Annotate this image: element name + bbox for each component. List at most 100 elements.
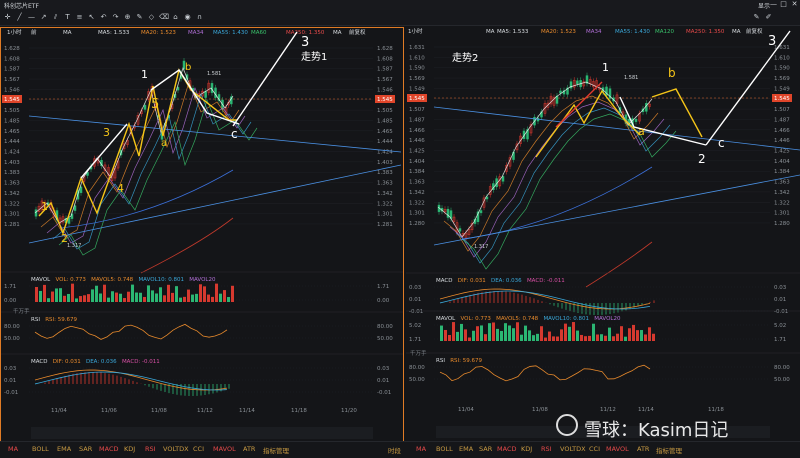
indicator-sar-r[interactable]: SAR <box>479 445 492 453</box>
eye-icon[interactable]: ◉ <box>183 13 192 22</box>
indicator-rsi-r[interactable]: RSI <box>541 445 552 453</box>
subpanel-tick-left: 80.00 <box>4 324 20 330</box>
zoom-icon[interactable]: ⊕ <box>123 13 132 22</box>
ma-line <box>58 98 258 256</box>
indicator-ma-r[interactable]: MA <box>416 445 426 453</box>
price-tick-right: 1.342 <box>774 190 790 196</box>
indicator-atr[interactable]: ATR <box>243 445 255 453</box>
subpanel-tick-right: 0.03 <box>774 285 787 291</box>
rsi-header: RSI RSI: 59.679 <box>31 317 77 323</box>
candle-body <box>479 210 483 214</box>
maximize-icon[interactable]: □ <box>779 0 788 9</box>
shape-icon[interactable]: ◇ <box>147 13 156 22</box>
indicator-rsi[interactable]: RSI <box>145 445 156 453</box>
minimize-icon[interactable]: — <box>769 0 778 9</box>
date-tick: 11/06 <box>101 408 117 414</box>
ray-icon[interactable]: ↗ <box>39 13 48 22</box>
chart-panel-left[interactable]: 1小时 前 MA MA5: 1.533 MA20: 1.523 MA34 MA5… <box>0 27 404 445</box>
indicator-ema-r[interactable]: EMA <box>459 445 473 453</box>
close-icon[interactable]: ✕ <box>790 0 799 9</box>
timeline-scroll <box>31 427 373 439</box>
indicator-ema[interactable]: EMA <box>57 445 71 453</box>
volume-bar <box>568 326 571 341</box>
subpanel-tick-right: 80.00 <box>774 365 790 371</box>
last-price-right: 1.545 <box>377 97 393 103</box>
volume-bar <box>512 328 515 341</box>
session-toggle[interactable]: 时段 <box>388 445 401 455</box>
price-tick-right: 1.466 <box>774 128 790 134</box>
arrow-icon[interactable]: ↖ <box>87 13 96 22</box>
indicator-atr-r[interactable]: ATR <box>637 445 649 453</box>
lock-icon[interactable]: ⌂ <box>171 13 180 22</box>
subpanel-tick-right: 0.01 <box>377 378 389 384</box>
indicator-manage[interactable]: 指标管理 <box>263 445 289 455</box>
volume-bar <box>516 322 519 341</box>
crosshair-icon[interactable]: ✛ <box>3 13 12 22</box>
indicator-kdj[interactable]: KDJ <box>124 445 135 453</box>
indicator-mavol[interactable]: MAVOL <box>213 445 236 453</box>
subpanel-tick-right: -0.01 <box>774 309 788 315</box>
volume-bar <box>480 325 483 341</box>
ma250-line <box>585 241 653 288</box>
edit-icon[interactable]: ✐ <box>764 13 773 22</box>
line-icon[interactable]: ╱ <box>15 13 24 22</box>
indicator-manage-r[interactable]: 指标管理 <box>656 445 682 455</box>
indicator-kdj-r[interactable]: KDJ <box>521 445 532 453</box>
volume-bar <box>131 284 134 302</box>
horizontal-line-icon[interactable]: — <box>27 13 36 22</box>
indicator-cci[interactable]: CCI <box>193 445 204 453</box>
volume-bar <box>500 330 503 341</box>
date-tick: 11/08 <box>532 407 548 413</box>
pen-icon[interactable]: ✎ <box>135 13 144 22</box>
price-tick-right: 1.485 <box>377 118 393 124</box>
chart-title-right: 走势2 <box>452 53 479 64</box>
delete-icon[interactable]: ⌫ <box>159 13 169 22</box>
pen-icon[interactable]: ✎ <box>752 13 761 22</box>
volume-bar <box>620 326 623 341</box>
volume-bar <box>496 328 499 341</box>
last-price-right: 1.545 <box>774 96 790 102</box>
indicator-voltdx-r[interactable]: VOLTDX <box>560 445 586 453</box>
indicator-macd[interactable]: MACD <box>99 445 118 453</box>
indicator-macd-r[interactable]: MACD <box>497 445 516 453</box>
redo-icon[interactable]: ↷ <box>111 13 120 22</box>
volume-bar <box>464 329 467 341</box>
price-tick-right: 1.281 <box>377 222 393 228</box>
volume-bar <box>139 292 142 302</box>
drawing-toolbar: ✛ ╱ — ↗ ⫽ T ≡ ↖ ↶ ↷ ⊕ ✎ ◇ ⌫ ⌂ ◉ ∩ ✎ ✐ <box>0 10 800 26</box>
right-chart-canvas[interactable]: 1.631 1.6311.610 1.6101.590 1.5901.569 1.569… <box>406 27 800 443</box>
volume-bar <box>187 289 190 302</box>
subpanel-tick-left: -0.01 <box>409 309 423 315</box>
wave-label: 1 <box>141 68 148 81</box>
parallel-icon[interactable]: ⫽ <box>51 13 60 22</box>
volume-bar <box>95 285 98 302</box>
chart-panel-right[interactable]: 1小时 MA MA5: 1.533 MA20: 1.523 MA34 MA55:… <box>406 27 800 445</box>
left-chart-canvas[interactable]: 1.628 1.628 1.608 1.608 1.587 1.587 1.567 1.567… <box>1 28 403 444</box>
dea-line <box>439 290 651 310</box>
text-icon[interactable]: T <box>63 13 72 22</box>
subpanel-tick-right: 0.01 <box>774 297 786 303</box>
indicator-cci-r[interactable]: CCI <box>589 445 600 453</box>
magnet-icon[interactable]: ∩ <box>195 13 204 22</box>
indicator-sar[interactable]: SAR <box>79 445 92 453</box>
undo-icon[interactable]: ↶ <box>99 13 108 22</box>
volume-bar <box>552 336 555 341</box>
volume-bar <box>47 298 50 302</box>
indicator-ma[interactable]: MA <box>8 445 18 453</box>
volume-bar <box>91 289 94 302</box>
dea-line <box>34 371 228 391</box>
date-tick: 11/12 <box>197 408 213 414</box>
price-tick-left: 1.281 <box>4 222 20 228</box>
fib-icon[interactable]: ≡ <box>75 13 84 22</box>
subpanel-tick-left: 50.00 <box>409 377 425 383</box>
indicator-boll[interactable]: BOLL <box>32 445 49 453</box>
date-tick: 11/18 <box>291 408 307 414</box>
indicator-mavol-r[interactable]: MAVOL <box>606 445 629 453</box>
price-tick-left: 1.404 <box>409 159 425 165</box>
indicator-boll-r[interactable]: BOLL <box>436 445 453 453</box>
indicator-voltdx[interactable]: VOLTDX <box>163 445 189 453</box>
candle-body <box>204 91 207 98</box>
price-tick-right: 1.507 <box>774 107 790 113</box>
trendline <box>28 115 402 153</box>
price-tick-right: 1.384 <box>774 169 790 175</box>
